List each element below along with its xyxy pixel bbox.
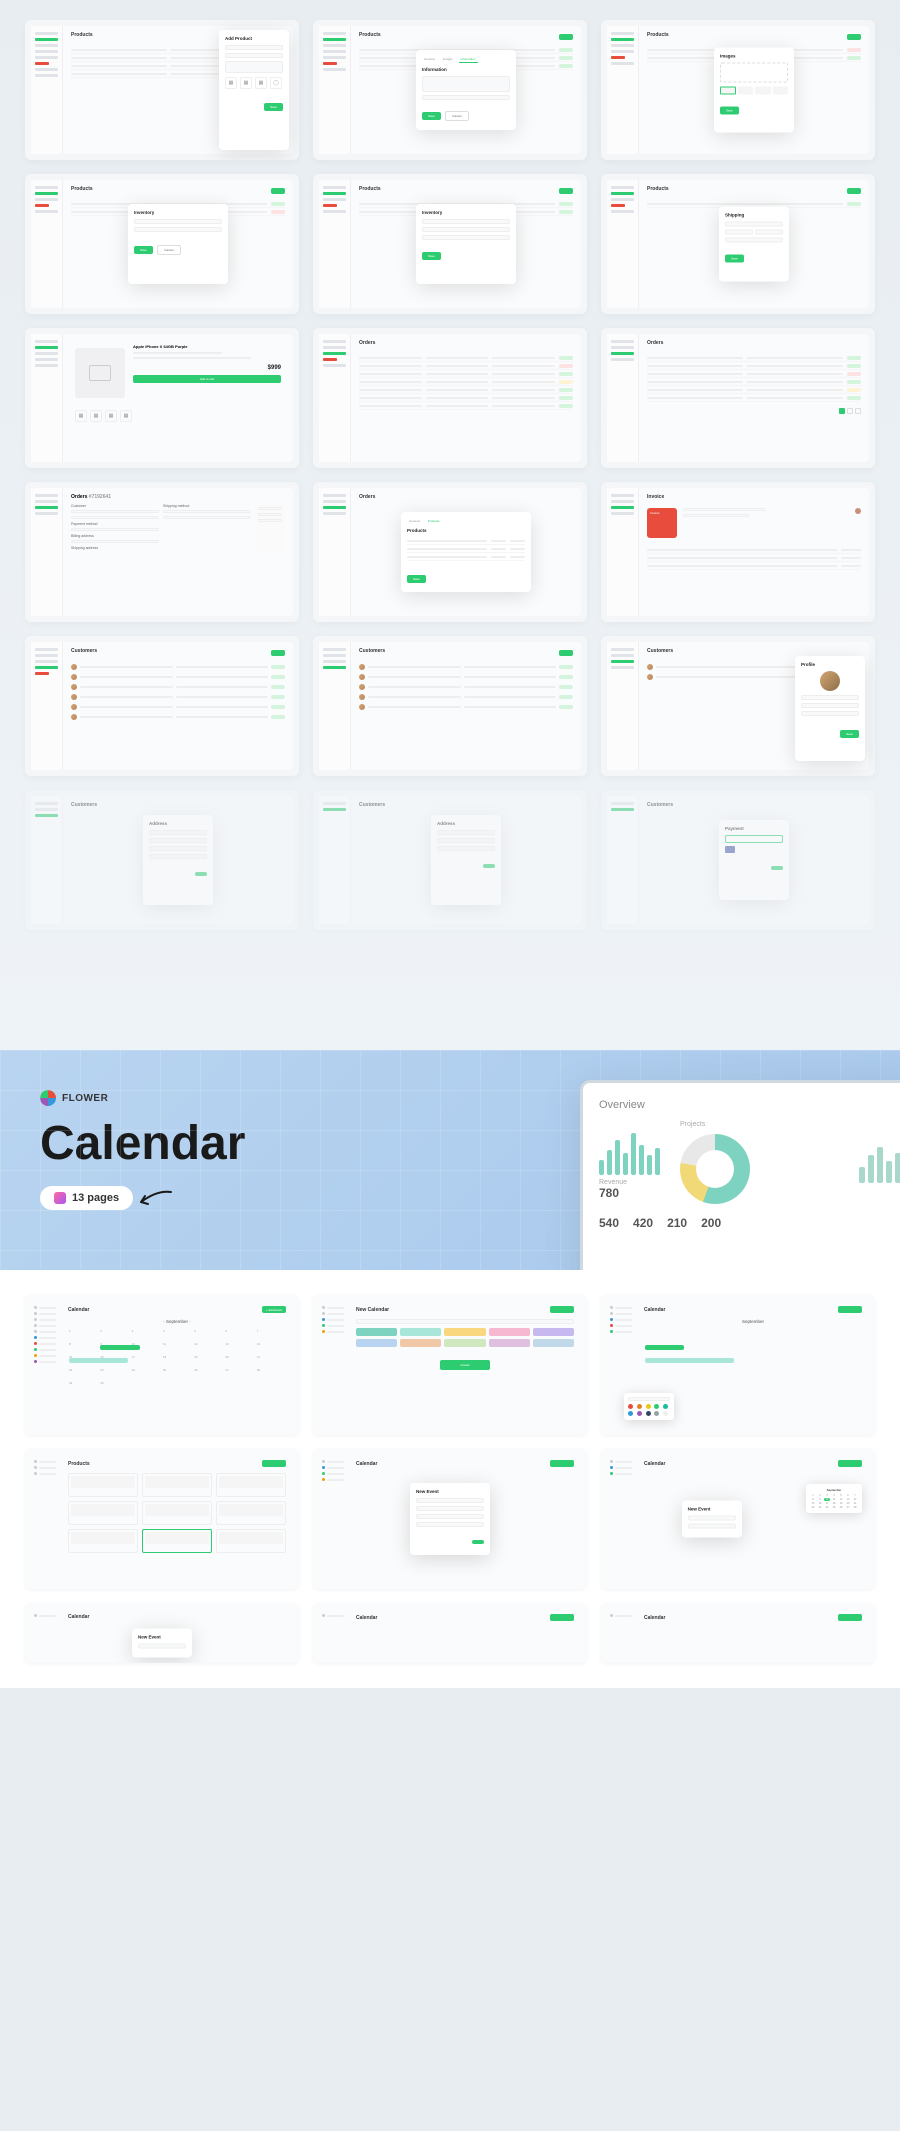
thumb-products-images[interactable]: Products Images Save	[601, 20, 875, 160]
page-title: Orders	[359, 340, 375, 346]
donut-chart	[680, 1134, 750, 1204]
flower-logo-icon	[40, 1090, 56, 1106]
new-event-modal: New Event	[410, 1483, 490, 1555]
media-icon[interactable]: ▦	[240, 77, 252, 89]
product-card[interactable]	[68, 1473, 138, 1497]
profile-modal: Profile Save	[795, 656, 865, 761]
order-id: #7192641	[89, 494, 111, 500]
figma-icon	[54, 1192, 66, 1204]
shipping-modal: Shipping Save	[719, 207, 789, 282]
thumb-product-detail[interactable]: Apple iPhone X 64GB Purple $999 Add to c…	[25, 328, 299, 468]
mini-bar-chart	[859, 1143, 900, 1183]
thumb-calendar-partial[interactable]: Calendar	[313, 1603, 587, 1663]
thumb-calendar-month[interactable]: Calendar + Add Event ‹ September › 123456…	[25, 1295, 299, 1435]
thumb-calendar-new-event[interactable]: Calendar New Event	[313, 1449, 587, 1589]
inventory-modal: Inventory Save	[416, 204, 516, 284]
dashboard-preview: Overview Revenue 780 Projects 540 420 21…	[580, 1080, 900, 1270]
thumb-calendar-partial[interactable]: Calendar New Event	[25, 1603, 299, 1663]
thumb-products-shipping[interactable]: Products Shipping Save	[601, 174, 875, 314]
page-title: New Calendar	[356, 1307, 389, 1313]
thumb-products-inventory-2[interactable]: Products Inventory Save	[313, 174, 587, 314]
avatar	[71, 664, 77, 670]
thumb-customers-payment[interactable]: Customers Payment	[601, 790, 875, 930]
image-placeholder-icon	[75, 348, 125, 398]
color-dropdown[interactable]	[624, 1393, 674, 1420]
media-icon[interactable]: ▦	[225, 77, 237, 89]
thumb-products-add-product[interactable]: Products Add Product ▦▦▦◯ Save	[25, 20, 299, 160]
date-picker[interactable]: September 1234567 891011121314 151617181…	[806, 1484, 862, 1513]
page-count-pill: 13 pages	[40, 1186, 133, 1210]
thumb-calendar-dropdown[interactable]: Calendar September	[601, 1295, 875, 1435]
calendar-grid[interactable]: 1234567 891011121314 15161718192021 2223…	[68, 1328, 286, 1392]
thumb-customers-address-2[interactable]: Customers Address	[313, 790, 587, 930]
media-icon[interactable]: ▦	[255, 77, 267, 89]
thumb-orders-list[interactable]: Orders	[313, 328, 587, 468]
arrow-icon	[137, 1188, 173, 1208]
products-section: Products Add Product ▦▦▦◯ Save Products …	[0, 0, 900, 1050]
thumb-orders-list-2[interactable]: Orders	[601, 328, 875, 468]
page-title: Customers	[71, 648, 97, 654]
stat-value: 780	[599, 1186, 660, 1200]
invoice-badge: Invoice	[647, 508, 677, 538]
thumb-orders-products-modal[interactable]: Orders GeneralProducts Products Save	[313, 482, 587, 622]
new-event-modal: New Event	[682, 1501, 742, 1538]
create-button[interactable]: Create	[440, 1360, 489, 1370]
loading-icon: ◯	[270, 77, 282, 89]
product-name: Apple iPhone X 64GB Purple	[133, 344, 281, 349]
calendar-hero: FLOWER Calendar 13 pages Overview Revenu…	[0, 1050, 900, 1270]
add-event-button[interactable]: + Add Event	[262, 1306, 286, 1313]
images-modal: Images Save	[714, 48, 794, 133]
thumb-products-information[interactable]: Products GeneralImagesInformation Inform…	[313, 20, 587, 160]
thumb-customers-list-2[interactable]: Customers	[313, 636, 587, 776]
thumb-products-grid[interactable]: Products	[25, 1449, 299, 1589]
product-price: $999	[268, 365, 281, 371]
bar-chart	[599, 1125, 660, 1175]
thumb-customers-list[interactable]: Customers	[25, 636, 299, 776]
add-to-cart-button[interactable]: Add to cart	[133, 375, 281, 383]
inventory-modal: Inventory Save Cancel	[128, 204, 228, 284]
thumb-calendar-partial[interactable]: Calendar	[601, 1603, 875, 1663]
page-title: Calendar	[68, 1307, 89, 1313]
thumb-order-detail[interactable]: Orders #7192641 Customer Payment method …	[25, 482, 299, 622]
add-product-panel: Add Product ▦▦▦◯ Save	[219, 30, 289, 150]
overview-title: Overview	[599, 1099, 900, 1111]
thumb-customers-address[interactable]: Customers Address	[25, 790, 299, 930]
page-title: Products	[71, 32, 93, 38]
order-products-modal: GeneralProducts Products Save	[401, 512, 531, 592]
month-label: ‹ September ›	[68, 1319, 286, 1324]
save-button[interactable]: Save	[264, 103, 283, 111]
products-grid	[68, 1473, 286, 1553]
thumb-products-inventory[interactable]: Products Inventory Save Cancel	[25, 174, 299, 314]
thumb-new-calendar[interactable]: New Calendar Create	[313, 1295, 587, 1435]
thumb-invoice[interactable]: Invoice Invoice	[601, 482, 875, 622]
thumb-calendar-new-event-datepicker[interactable]: Calendar New Event September 1234567 891…	[601, 1449, 875, 1589]
avatar	[855, 508, 861, 514]
page-title: Invoice	[647, 494, 664, 500]
information-modal: GeneralImagesInformation Information Sav…	[416, 50, 516, 130]
color-picker[interactable]	[356, 1328, 574, 1347]
profile-avatar	[820, 671, 840, 691]
thumb-customers-profile[interactable]: Customers Profile Save	[601, 636, 875, 776]
calendar-section: Calendar + Add Event ‹ September › 123456…	[0, 1270, 900, 1688]
